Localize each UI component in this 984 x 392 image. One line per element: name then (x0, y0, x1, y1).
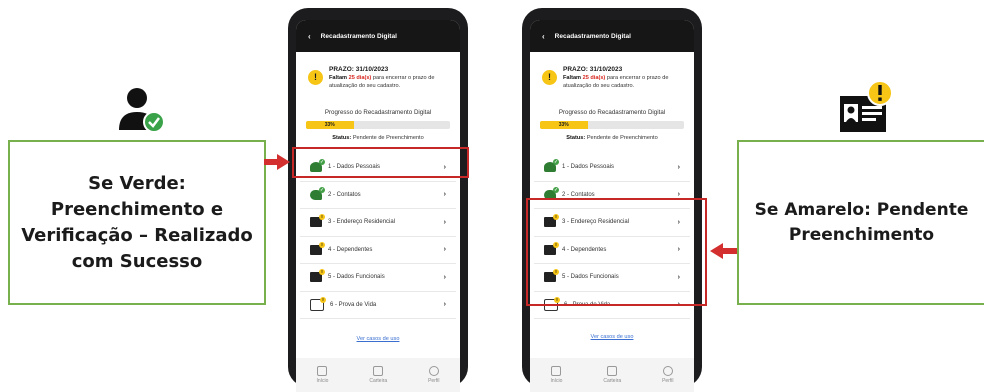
app-title: Recadastramento Digital (320, 32, 397, 40)
callout-line: Se Verde: (88, 172, 186, 194)
nav-carteira[interactable]: Carteira (369, 366, 387, 384)
home-icon (317, 366, 328, 376)
yellow-status-callout: Se Amarelo: Pendente Preenchimento (737, 140, 984, 305)
phone-screen: ‹ Recadastramento Digital ! PRAZO: 31/10… (296, 20, 460, 392)
back-icon[interactable]: ‹ (542, 32, 545, 41)
deadline-text-2: atualização do seu cadastro. (329, 83, 401, 89)
progress-title: Progresso do Recadastramento Digital (324, 109, 432, 116)
highlight-green-item (292, 147, 469, 178)
functional-alert-icon: ! (310, 269, 325, 283)
chevron-right-icon: › (443, 218, 446, 226)
menu-item-endereco[interactable]: ! 3 - Endereço Residencial › (300, 209, 456, 237)
step-menu: ✓ 1 - Dados Pessoais › ✓ 2 - Contatos › … (300, 154, 456, 319)
callout-line: com Sucesso (71, 250, 203, 272)
back-icon[interactable]: ‹ (308, 32, 311, 41)
nav-carteira[interactable]: Carteira (603, 366, 621, 384)
wallet-icon (607, 366, 618, 376)
status-text: Status: Pendente de Preenchimento (566, 135, 658, 141)
chevron-right-icon: › (443, 301, 446, 309)
progress-bar: 33% (540, 121, 684, 129)
profile-icon (428, 366, 439, 376)
nav-inicio[interactable]: Início (316, 366, 328, 384)
progress-fill: 33% (540, 121, 588, 129)
callout-line: Preenchimento e (50, 198, 224, 220)
status-text: Status: Pendente de Preenchimento (332, 135, 424, 141)
use-cases-link[interactable]: Ver casos de uso (296, 336, 460, 342)
progress-bar: 33% (306, 121, 450, 129)
deadline-text: Faltam 25 dia(s) para encerrar o prazo d… (329, 75, 435, 81)
wallet-icon (373, 366, 384, 376)
use-cases-link[interactable]: Ver casos de uso (530, 334, 694, 340)
face-scan-alert-icon: ! (310, 296, 326, 311)
nav-inicio[interactable]: Início (550, 366, 562, 384)
deadline-title: PRAZO: 31/10/2023 (563, 66, 623, 73)
chevron-right-icon: › (443, 246, 446, 254)
profile-icon (662, 366, 673, 376)
deadline-text: Faltam 25 dia(s) para encerrar o prazo d… (563, 75, 669, 81)
arrow-right-icon (264, 154, 290, 170)
deadline-notice: ! PRAZO: 31/10/2023 Faltam 25 dia(s) par… (308, 64, 458, 104)
callout-line: Preenchimento (788, 224, 935, 245)
arrow-left-icon (710, 243, 737, 259)
nav-perfil[interactable]: Perfil (428, 366, 440, 384)
warning-icon: ! (308, 70, 323, 85)
menu-item-dependentes[interactable]: ! 4 - Dependentes › (300, 237, 456, 264)
chevron-right-icon: › (443, 273, 446, 281)
address-alert-icon: ! (310, 214, 325, 228)
app-title: Recadastramento Digital (554, 32, 631, 40)
menu-item-contatos[interactable]: ✓ 2 - Contatos › (300, 182, 456, 209)
id-card-alert-icon (840, 80, 893, 132)
menu-item-dados-pessoais[interactable]: ✓ 1 - Dados Pessoais › (534, 154, 690, 182)
callout-line: Verificação – Realizado (21, 224, 253, 246)
chevron-right-icon: › (677, 163, 680, 171)
highlight-yellow-items (526, 198, 707, 306)
deadline-title: PRAZO: 31/10/2023 (329, 66, 389, 73)
nav-perfil[interactable]: Perfil (662, 366, 674, 384)
phone-mockup-1: ‹ Recadastramento Digital ! PRAZO: 31/10… (288, 8, 468, 392)
deadline-notice: ! PRAZO: 31/10/2023 Faltam 25 dia(s) par… (542, 64, 692, 104)
warning-icon: ! (542, 70, 557, 85)
home-icon (551, 366, 562, 376)
app-bar: ‹ Recadastramento Digital (296, 20, 460, 52)
user-check-icon (119, 88, 165, 133)
app-bar: ‹ Recadastramento Digital (530, 20, 694, 52)
green-status-callout: Se Verde: Preenchimento e Verificação – … (8, 140, 266, 305)
deadline-text-2: atualização do seu cadastro. (563, 83, 635, 89)
progress-title: Progresso do Recadastramento Digital (558, 109, 666, 116)
chevron-right-icon: › (443, 191, 446, 199)
callout-line: Se Amarelo: Pendente (754, 199, 969, 220)
person-check-icon: ✓ (544, 159, 559, 173)
progress-fill: 33% (306, 121, 354, 129)
dependents-alert-icon: ! (310, 241, 325, 255)
contacts-check-icon: ✓ (310, 186, 325, 200)
menu-item-prova-de-vida[interactable]: ! 6 - Prova de Vida › (300, 292, 456, 319)
menu-item-dados-funcionais[interactable]: ! 5 - Dados Funcionais › (300, 264, 456, 292)
